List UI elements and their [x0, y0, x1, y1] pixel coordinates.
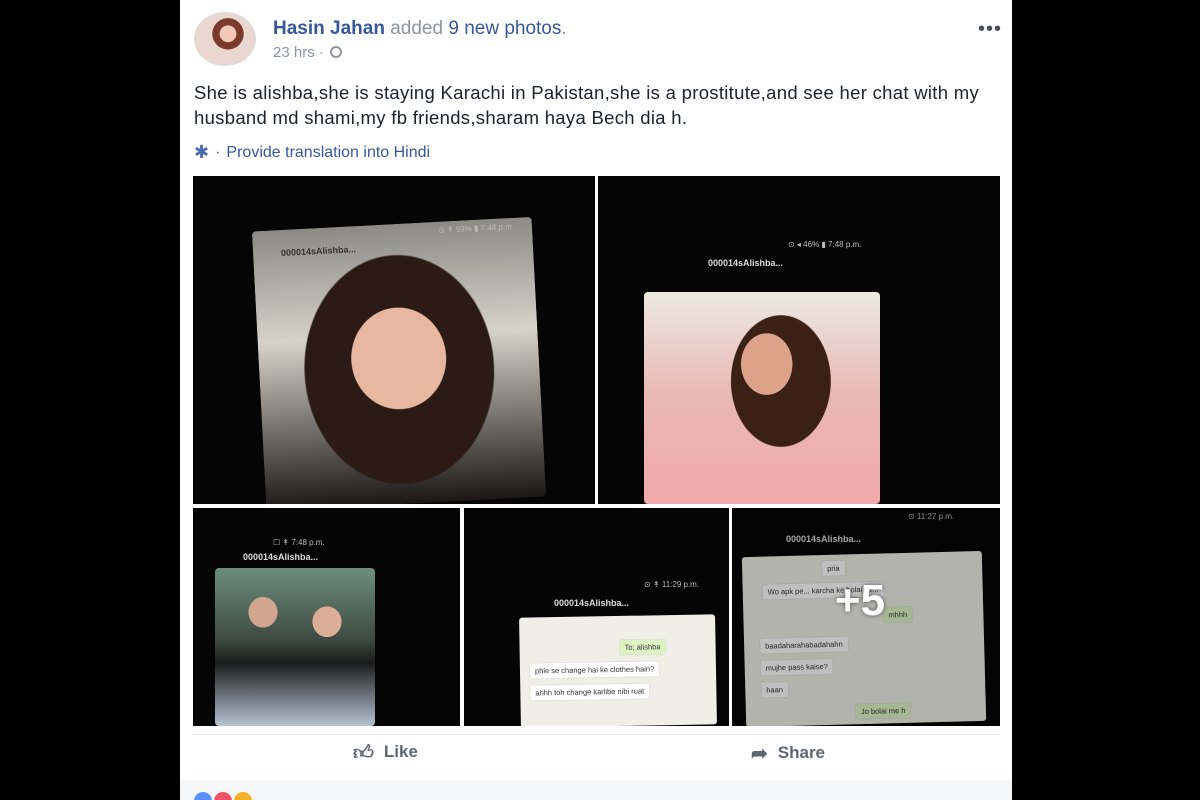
translate-row: ✱ · Provide translation into Hindi: [194, 142, 430, 163]
photo-1[interactable]: ⊙ ↟ 59% ▮ 7:48 p.m. 000014sAlishba...: [193, 176, 595, 504]
chat-bubble: Wo apk pe... karcha ke bolai se...: [762, 581, 884, 600]
post-header: Hasin Jahan added 9 new photos.: [273, 18, 567, 40]
status-bar: ⊙ 11:27 p.m.: [908, 512, 955, 521]
phone-screenshot-couple: [215, 568, 375, 726]
photo-3[interactable]: ☐ ↟ 7:48 p.m. 000014sAlishba...: [193, 508, 460, 726]
like-label: Like: [383, 742, 418, 761]
chat-bubble: phle se change hai ke clothes hain?: [529, 661, 660, 679]
chat-bubble: pria: [821, 560, 845, 577]
post-meta: 23 hrs ·: [273, 44, 343, 61]
share-label: Share: [777, 743, 826, 762]
chat-title: 000014sAlishba...: [280, 244, 357, 259]
status-bar: ⊙ ↟ 59% ▮ 7:48 p.m.: [437, 221, 515, 235]
chat-bubble: baadaharahabadahahn: [759, 636, 848, 654]
chat-bubble: mhhh: [883, 606, 913, 623]
author-avatar[interactable]: [194, 12, 256, 66]
header-period: .: [561, 18, 567, 39]
chat-screenshot: To: alishba phle se change hai ke clothe…: [519, 614, 717, 726]
post-timestamp[interactable]: 23 hrs: [273, 44, 315, 61]
translate-separator: ·: [215, 144, 221, 161]
post-actions: 👍︎ Like ➦ Share: [193, 734, 1000, 774]
photo-5-more[interactable]: ⊙ 11:27 p.m. 000014sAlishba... pria Wo a…: [732, 508, 1000, 726]
gear-icon[interactable]: ✱: [194, 142, 209, 162]
chat-bubble: Jo bolai me h: [855, 702, 911, 720]
reactions-bar: [180, 780, 1012, 800]
status-bar: ☐ ↟ 7:48 p.m.: [273, 538, 325, 547]
status-bar: ⊙ ◂ 46% ▮ 7:48 p.m.: [788, 240, 862, 249]
share-button[interactable]: ➦ Share: [751, 741, 825, 766]
chat-bubble: mujhe pass kaise?: [760, 658, 834, 676]
more-options-icon[interactable]: •••: [978, 18, 1002, 41]
status-bar: ⊙ ↟ 11:29 p.m.: [644, 580, 700, 589]
photos-link[interactable]: 9 new photos: [448, 18, 561, 39]
like-button[interactable]: 👍︎ Like: [353, 741, 418, 765]
meta-separator: ·: [318, 44, 324, 61]
chat-title: 000014sAlishba...: [786, 534, 862, 544]
chat-title: 000014sAlishba...: [243, 552, 319, 562]
like-reaction-icon: [194, 792, 212, 800]
chat-bubble: haan: [761, 682, 789, 698]
chat-screenshot: pria Wo apk pe... karcha ke bolai se... …: [741, 550, 987, 726]
post-action-text: added: [390, 18, 444, 39]
thumbs-up-icon: 👍︎: [353, 742, 374, 764]
share-arrow-icon: ➦: [751, 743, 768, 765]
love-reaction-icon: [214, 792, 232, 800]
chat-bubble: ahhh toh change karlibe nibi ruat: [530, 683, 650, 701]
translate-link[interactable]: Provide translation into Hindi: [226, 144, 430, 161]
haha-reaction-icon: [234, 792, 252, 800]
chat-title: 000014sAlishba...: [554, 598, 630, 608]
chat-bubble: To: alishba: [619, 639, 666, 655]
post-text: She is alishba,she is staying Karachi in…: [194, 82, 980, 128]
post-card: Hasin Jahan added 9 new photos. 23 hrs ·…: [180, 0, 1012, 800]
phone-screenshot-photo: [644, 292, 880, 504]
globe-icon[interactable]: [330, 46, 343, 58]
author-name[interactable]: Hasin Jahan: [273, 18, 385, 39]
phone-screenshot-selfie: ⊙ ↟ 59% ▮ 7:48 p.m. 000014sAlishba...: [251, 216, 547, 504]
photo-2[interactable]: ⊙ ◂ 46% ▮ 7:48 p.m. 000014sAlishba...: [598, 176, 1000, 504]
chat-title: 000014sAlishba...: [708, 258, 784, 268]
photo-4[interactable]: ⊙ ↟ 11:29 p.m. 000014sAlishba... To: ali…: [464, 508, 729, 726]
